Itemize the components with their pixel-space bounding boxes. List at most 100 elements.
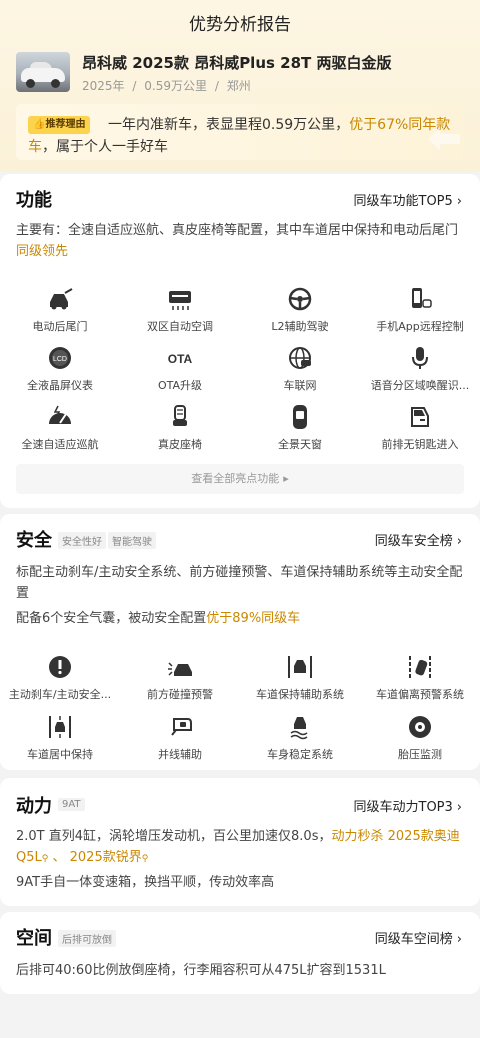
feature-item[interactable]: 电动后尾门 [0,286,120,334]
see-all-label: 查看全部亮点功能 [191,472,280,485]
power-tag: 9AT [58,798,85,811]
tailgate-icon [50,288,73,310]
function-link-label: 同级车功能TOP5 [353,194,453,209]
safety-feature-item[interactable]: 车道保持辅助系统 [240,654,360,702]
safety-card: 安全 安全性好 智能驾驶 同级车安全榜 › 标配主动刹车/主动安全系统、前方碰撞预… [0,514,480,770]
safety-feature-item[interactable]: 前方碰撞预警 [120,654,240,702]
compare-link-edge[interactable]: 2025款锐界⚲ [70,850,149,865]
feature-label: 车道居中保持 [27,748,93,761]
recommend-box: 一年内准新车，表显里程0.59万公里，优于67%同年款车，属于个人一手好车 👍推… [16,104,464,160]
svg-text:OTA: OTA [168,352,193,366]
chevron-right-icon: › [456,194,462,209]
function-desc: 主要有：全速自适应巡航、真皮座椅等配置，其中车道居中保持和电动后尾门同级领先 [16,220,466,262]
caret-right-icon: ▸ [283,472,289,485]
feature-label: 全速自适应巡航 [21,438,99,451]
power-link-label: 同级车动力TOP3 [353,800,453,815]
safety-desc-active: 标配主动刹车/主动安全系统、前方碰撞预警、车道保持辅助系统等主动安全配置 [16,565,463,601]
feature-label: 真皮座椅 [158,438,202,451]
chevron-right-icon: › [456,800,462,815]
chevron-right-icon: › [456,534,462,549]
feature-label: 手机App远程控制 [376,320,464,333]
lane-keep-icon [288,656,312,678]
feature-label: 车联网 [283,379,317,392]
recommend-text: 一年内准新车，表显里程0.59万公里，优于67%同年款车，属于个人一手好车 [28,114,458,158]
safety-desc-highlight: 优于89%同级车 [206,611,301,626]
feature-label: L2辅助驾驶 [271,320,329,333]
space-title: 空间 [16,928,52,949]
feature-item[interactable]: 前排无钥匙进入 [360,404,480,452]
recommend-text-b: ，属于个人一手好车 [42,139,168,155]
safety-rank-link[interactable]: 同级车安全榜 › [375,530,462,549]
feature-item[interactable]: LCD 全液晶屏仪表 [0,345,120,393]
feature-label: 胎压监测 [398,748,442,761]
feature-item[interactable]: OTA OTA升级 [120,345,240,393]
decorative-arrow-icon [428,128,460,150]
feature-label: 语音分区域唤醒识... [370,379,470,392]
compare-link-label: 2025款锐界 [69,850,142,865]
car-thumbnail [16,52,70,92]
car-name: 昂科威 2025款 昂科威Plus 28T 两驱白金版 [82,54,392,72]
feature-label: 全液晶屏仪表 [27,379,93,392]
tire-pressure-icon [409,716,431,738]
feature-label: 双区自动空调 [147,320,213,333]
search-icon: ⚲ [141,854,149,864]
function-desc-highlight: 同级领先 [16,244,69,259]
function-desc-text: 主要有：全速自适应巡航、真皮座椅等配置，其中车道居中保持和电动后尾门 [16,223,459,238]
function-title: 功能 [16,190,52,211]
safety-tag: 安全性好 [58,532,106,549]
seat-icon [173,405,187,426]
phone-car-icon [412,288,432,308]
feature-item[interactable]: 全速自适应巡航 [0,404,120,452]
meta-separator: / [214,79,219,93]
car-meta: 2025年 / 0.59万公里 / 郑州 [82,77,251,94]
space-tag: 后排可放倒 [58,930,116,947]
feature-item[interactable]: 手机App远程控制 [360,286,480,334]
lane-center-icon [49,716,71,738]
svg-text:LCD: LCD [53,356,67,363]
car-network-icon [289,347,311,369]
safety-tag: 智能驾驶 [108,532,156,549]
recommend-text-a: 一年内准新车，表显里程0.59万公里， [108,117,350,133]
feature-item[interactable]: 语音分区域唤醒识... [360,345,480,393]
ota-icon: OTA [168,352,193,366]
feature-item[interactable]: L2辅助驾驶 [240,286,360,334]
microphone-icon [412,347,428,369]
keyless-door-icon [411,407,429,427]
safety-title: 安全 [16,530,52,551]
feature-item[interactable]: 车联网 [240,345,360,393]
safety-feature-item[interactable]: 并线辅助 [120,714,240,762]
lane-departure-icon [409,656,431,678]
thumbs-up-icon: 👍 [33,119,46,130]
chevron-right-icon: › [456,932,462,947]
safety-link-label: 同级车安全榜 [374,534,453,549]
link-separator: 、 [52,850,66,865]
sunroof-icon [293,405,307,429]
brake-icon [49,656,71,678]
power-desc: 2.0T 直列4缸，涡轮增压发动机，百公里加速仅8.0s，动力秒杀 2025款奥… [16,826,466,870]
safety-feature-item[interactable]: 主动刹车/主动安全... [0,654,120,702]
feature-label: 车道偏离预警系统 [376,688,464,701]
blind-spot-icon [171,718,192,736]
power-desc-text: 2.0T 直列4缸，涡轮增压发动机，百公里加速仅8.0s， [16,829,332,844]
power-desc-highlight: 动力秒杀 [331,829,384,844]
car-year: 2025年 [82,79,125,93]
safety-feature-item[interactable]: 车道偏离预警系统 [360,654,480,702]
safety-desc-passive: 配备6个安全气囊，被动安全配置优于89%同级车 [16,608,466,629]
safety-feature-item[interactable]: 车道居中保持 [0,714,120,762]
feature-item[interactable]: 全景天窗 [240,404,360,452]
feature-label: 主动刹车/主动安全... [8,688,112,701]
see-all-features-button[interactable]: 查看全部亮点功能 ▸ [16,464,464,494]
collision-warning-icon [168,662,192,676]
feature-item[interactable]: 双区自动空调 [120,286,240,334]
function-top5-link[interactable]: 同级车功能TOP5 › [354,190,463,209]
power-top3-link[interactable]: 同级车动力TOP3 › [354,796,463,815]
feature-item[interactable]: 真皮座椅 [120,404,240,452]
recommend-badge: 👍推荐理由 [28,116,91,134]
feature-label: 全景天窗 [278,438,322,451]
safety-feature-item[interactable]: 车身稳定系统 [240,714,360,762]
page-title: 优势分析报告 [189,15,291,35]
safety-feature-item[interactable]: 胎压监测 [360,714,480,762]
stability-icon [290,717,308,740]
space-rank-link[interactable]: 同级车空间榜 › [375,928,462,947]
feature-label: 车身稳定系统 [267,748,333,761]
